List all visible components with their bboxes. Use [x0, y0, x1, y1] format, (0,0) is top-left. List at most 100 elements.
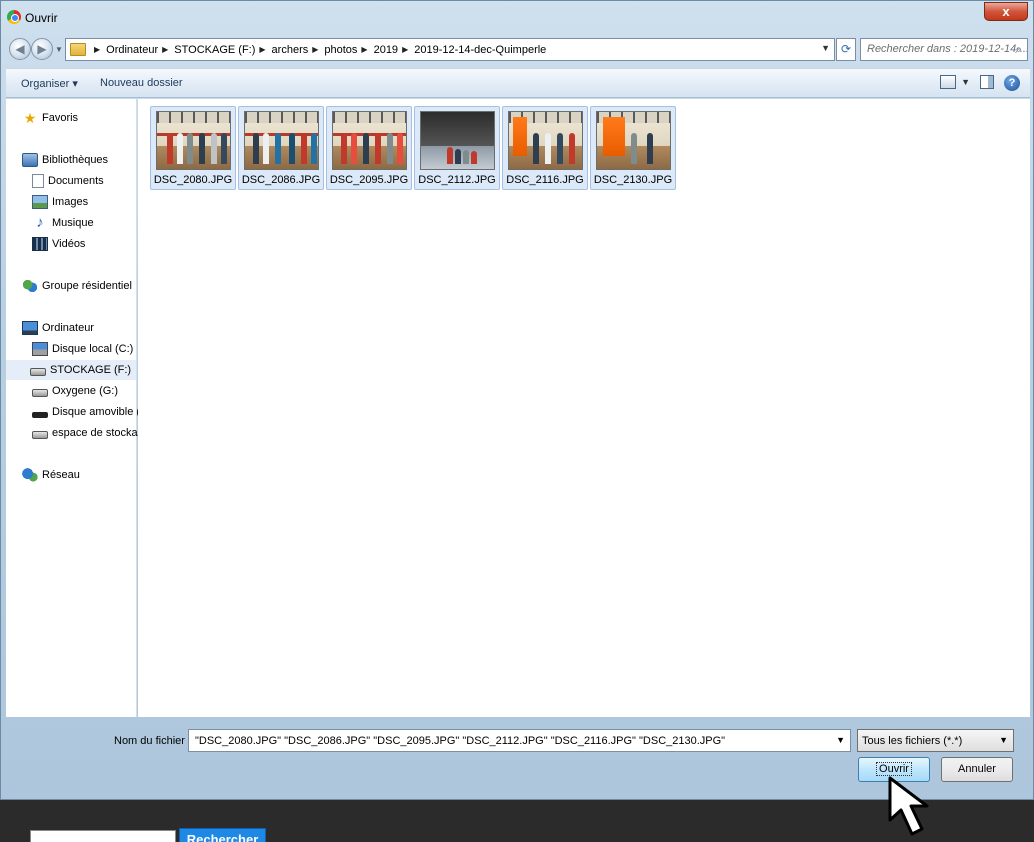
chevron-right-icon[interactable]: ▶	[259, 45, 265, 54]
filename-dropdown-icon[interactable]: ▼	[836, 735, 845, 745]
chevron-right-icon[interactable]: ▶	[402, 45, 408, 54]
photo-thumbnail	[596, 111, 671, 170]
filename-label: Nom du fichier :	[114, 735, 192, 747]
dialog-title: Ouvrir	[25, 11, 58, 25]
chrome-icon	[7, 10, 21, 24]
search-placeholder: Rechercher dans : 2019-12-14-...	[867, 43, 1028, 55]
sidebar-item-documents[interactable]: Documents	[32, 171, 104, 191]
page-search-button[interactable]: Rechercher	[179, 828, 266, 842]
title-bar[interactable]: Ouvrir x	[1, 1, 1033, 35]
sidebar-item-drive-f[interactable]: STOCKAGE (F:)	[6, 360, 136, 380]
search-input[interactable]: Rechercher dans : 2019-12-14-... ⌕	[860, 38, 1028, 61]
sidebar-item-label: Documents	[48, 175, 104, 187]
breadcrumb-photos[interactable]: photos	[324, 44, 357, 56]
filename-value: "DSC_2080.JPG" "DSC_2086.JPG" "DSC_2095.…	[195, 735, 726, 747]
file-item[interactable]: DSC_2130.JPG	[590, 106, 676, 190]
sidebar-item-groupe-residentiel[interactable]: Groupe résidentiel	[22, 276, 132, 296]
folder-icon	[70, 43, 86, 56]
sidebar-item-label: Favoris	[42, 112, 79, 124]
file-name: DSC_2080.JPG	[153, 174, 233, 186]
file-name: DSC_2116.JPG	[506, 174, 584, 186]
page-search-input[interactable]	[30, 830, 176, 842]
image-icon	[32, 195, 48, 209]
open-button-label: Ouvrir	[876, 762, 912, 776]
file-type-select[interactable]: Tous les fichiers (*.*) ▼	[857, 729, 1014, 752]
close-button[interactable]: x	[984, 2, 1028, 21]
file-item[interactable]: DSC_2086.JPG	[238, 106, 324, 190]
preview-pane-icon[interactable]	[980, 75, 994, 89]
command-bar: Organiser ▾ Nouveau dossier ▼ ?	[6, 68, 1030, 98]
breadcrumb-ordinateur[interactable]: Ordinateur	[106, 44, 158, 56]
sidebar-item-favoris[interactable]: ★ Favoris	[22, 108, 78, 128]
sidebar-item-label: Bibliothèques	[42, 154, 109, 166]
photo-thumbnail	[156, 111, 231, 170]
address-dropdown-icon[interactable]: ▼	[821, 43, 830, 53]
sidebar-item-label: Ordinateur	[42, 322, 94, 334]
chevron-right-icon[interactable]: ▶	[312, 45, 318, 54]
sidebar-item-label: Oxygene (G:)	[52, 385, 119, 397]
sidebar-item-drive-c[interactable]: Disque local (C:)	[32, 339, 133, 359]
new-folder-button[interactable]: Nouveau dossier	[100, 77, 183, 89]
sidebar-item-storage[interactable]: espace de stockage	[32, 423, 150, 443]
sidebar-item-bibliotheques[interactable]: Bibliothèques	[22, 150, 108, 170]
file-list[interactable]: DSC_2080.JPG DSC_2086.JPG DSC_2095.JPG D…	[138, 99, 1030, 717]
file-item[interactable]: DSC_2095.JPG	[326, 106, 412, 190]
refresh-button[interactable]: ⟳	[836, 38, 856, 61]
open-file-dialog: Ouvrir x ◀ ▶ ▼ ▶ Ordinateur ▶ STOCKAGE (F:…	[0, 0, 1034, 800]
sidebar-item-label: Réseau	[42, 469, 80, 481]
sidebar-item-reseau[interactable]: Réseau	[22, 465, 80, 485]
history-dropdown-icon[interactable]: ▼	[55, 45, 63, 54]
view-options-icon[interactable]	[940, 75, 956, 89]
sidebar-item-label: Disque amovible (H:	[52, 406, 152, 418]
help-icon[interactable]: ?	[1004, 75, 1020, 91]
back-button[interactable]: ◀	[9, 38, 31, 60]
chevron-right-icon[interactable]: ▶	[162, 45, 168, 54]
sidebar-item-ordinateur[interactable]: Ordinateur	[22, 318, 94, 338]
file-name: DSC_2112.JPG	[418, 174, 496, 186]
chevron-right-icon[interactable]: ▶	[361, 45, 367, 54]
breadcrumb-archers[interactable]: archers	[272, 44, 309, 56]
sidebar-item-label: Disque local (C:)	[52, 343, 134, 355]
network-icon	[22, 468, 38, 482]
chevron-down-icon[interactable]: ▼	[999, 735, 1008, 745]
filename-input[interactable]: "DSC_2080.JPG" "DSC_2086.JPG" "DSC_2095.…	[188, 729, 851, 752]
homegroup-icon	[22, 279, 38, 293]
file-name: DSC_2130.JPG	[593, 174, 673, 186]
breadcrumb-2019[interactable]: 2019	[374, 44, 398, 56]
sidebar-item-musique[interactable]: ♪ Musique	[32, 213, 94, 233]
breadcrumb-quimperle[interactable]: 2019-12-14-dec-Quimperle	[414, 44, 546, 56]
sidebar-item-images[interactable]: Images	[32, 192, 88, 212]
forward-button[interactable]: ▶	[31, 38, 53, 60]
photo-thumbnail	[508, 111, 583, 170]
computer-icon	[22, 321, 38, 335]
file-item[interactable]: DSC_2116.JPG	[502, 106, 588, 190]
photo-thumbnail	[420, 111, 495, 170]
mouse-cursor-icon	[888, 776, 929, 836]
sidebar-item-drive-h[interactable]: Disque amovible (H:	[32, 402, 151, 422]
sidebar-item-videos[interactable]: Vidéos	[32, 234, 85, 254]
sidebar-item-drive-g[interactable]: Oxygene (G:)	[32, 381, 118, 401]
breadcrumb-stockage[interactable]: STOCKAGE (F:)	[174, 44, 255, 56]
photo-thumbnail	[244, 111, 319, 170]
file-type-value: Tous les fichiers (*.*)	[862, 735, 963, 747]
file-item[interactable]: DSC_2112.JPG	[414, 106, 500, 190]
file-item[interactable]: DSC_2080.JPG	[150, 106, 236, 190]
music-icon: ♪	[36, 214, 44, 231]
sidebar-item-label: espace de stockage	[52, 427, 150, 439]
chevron-right-icon[interactable]: ▶	[94, 45, 100, 54]
organize-menu[interactable]: Organiser ▾	[21, 77, 78, 90]
cancel-button[interactable]: Annuler	[941, 757, 1013, 782]
navigation-pane: ★ Favoris Bibliothèques Documents Images …	[6, 99, 151, 717]
view-dropdown-icon[interactable]: ▼	[961, 77, 970, 87]
drive-icon	[30, 368, 46, 376]
search-icon[interactable]: ⌕	[1015, 42, 1022, 57]
star-icon: ★	[23, 110, 37, 126]
sidebar-item-label: Musique	[52, 217, 94, 229]
file-name: DSC_2086.JPG	[241, 174, 321, 186]
address-bar[interactable]: ▶ Ordinateur ▶ STOCKAGE (F:) ▶ archers ▶ pho…	[65, 38, 835, 61]
network-drive-icon	[32, 431, 48, 439]
photo-thumbnail	[332, 111, 407, 170]
file-name: DSC_2095.JPG	[329, 174, 409, 186]
drive-icon	[32, 389, 48, 397]
system-drive-icon	[32, 342, 48, 356]
